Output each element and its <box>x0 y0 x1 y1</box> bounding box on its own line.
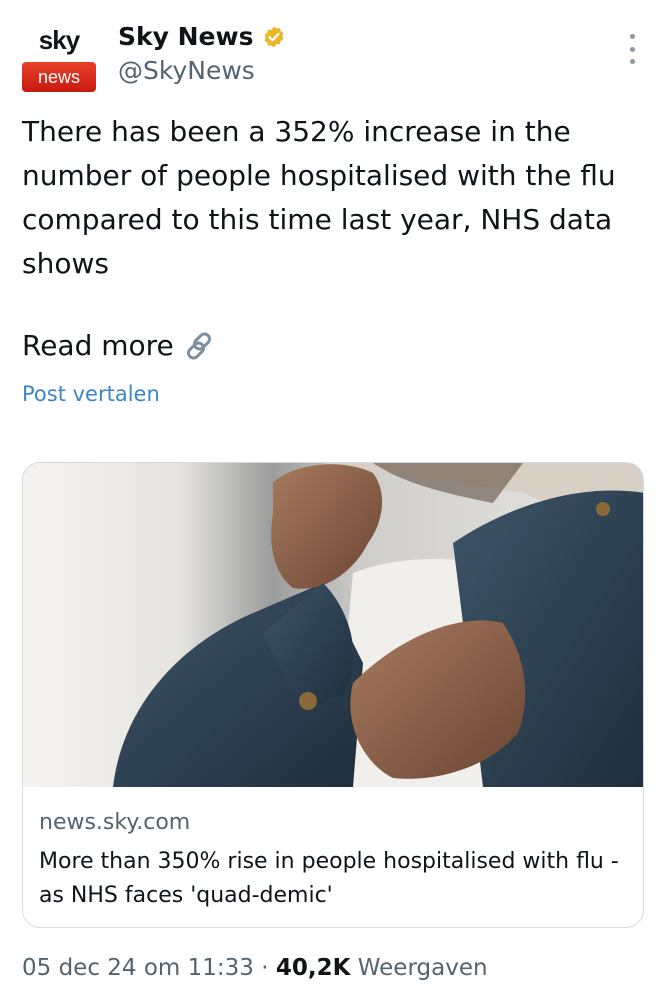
timestamp[interactable]: 05 dec 24 om 11:33 <box>22 955 254 981</box>
tweet-text: There has been a 352% increase in the nu… <box>22 115 616 280</box>
author-handle[interactable]: @SkyNews <box>118 56 255 85</box>
views-label: Weergaven <box>357 955 488 981</box>
read-more-label: Read more <box>22 329 174 362</box>
more-options-icon[interactable] <box>624 34 640 64</box>
meta-separator: · <box>261 955 269 981</box>
link-icon <box>186 332 211 360</box>
author-name-row: Sky News <box>118 22 286 51</box>
tweet: sky news Sky News @SkyNews There has bee… <box>0 0 666 1000</box>
avatar-logo-bottom: news <box>22 62 96 92</box>
translate-post-link[interactable]: Post vertalen <box>22 382 160 406</box>
read-more-link[interactable]: Read more <box>22 324 216 368</box>
card-image <box>23 463 643 787</box>
card-title: More than 350% rise in people hospitalis… <box>39 849 619 908</box>
author-display-name[interactable]: Sky News <box>118 22 254 51</box>
card-domain: news.sky.com <box>39 810 191 835</box>
avatar[interactable]: sky news <box>22 18 96 92</box>
tweet-meta: 05 dec 24 om 11:33 · 40,2K Weergaven <box>22 955 488 981</box>
card-footer: news.sky.com More than 350% rise in peop… <box>23 809 643 913</box>
link-preview-card[interactable]: news.sky.com More than 350% rise in peop… <box>22 462 644 928</box>
verified-badge-icon <box>264 26 283 47</box>
views-count: 40,2K <box>275 955 351 981</box>
avatar-logo-top: sky <box>22 18 96 62</box>
